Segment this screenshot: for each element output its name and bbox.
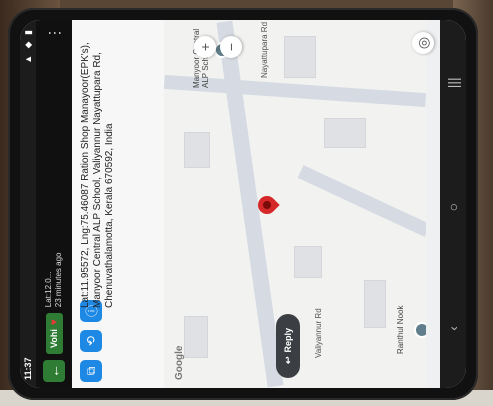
nav-back-button[interactable]: ‹ xyxy=(445,326,461,331)
status-bar: 11:37 ▲ ◆ ▮ xyxy=(20,20,36,388)
road-label-bottom: Valiyannur Rd xyxy=(314,308,323,358)
road-side xyxy=(297,165,426,237)
building xyxy=(184,132,210,168)
back-button[interactable]: ← xyxy=(43,360,65,382)
recenter-icon: ◎ xyxy=(414,36,431,50)
zoom-in-button[interactable]: + xyxy=(194,36,216,58)
copy-icon[interactable]: ⧉ xyxy=(80,360,102,382)
reply-icon: ↩ xyxy=(282,356,293,365)
building xyxy=(294,246,322,278)
google-logo: Google xyxy=(174,345,185,380)
reply-label: Reply xyxy=(283,327,293,353)
stamp-address-text: Lat:11.95572, Lng:75.46087 Ration Shop M… xyxy=(80,42,115,308)
reply-button[interactable]: ↩ Reply xyxy=(276,314,300,378)
app-badge[interactable]: Vohi ♥ xyxy=(45,313,63,354)
camera-line-2: 23 minutes ago xyxy=(54,252,63,308)
phone-frame: 11:37 ▲ ◆ ▮ ← Vohi ♥ Lat:12.0... 23 minu… xyxy=(8,8,478,400)
heart-icon: ♥ xyxy=(48,319,60,326)
building xyxy=(284,36,316,78)
rotated-canvas: 11:37 ▲ ◆ ▮ ← Vohi ♥ Lat:12.0... 23 minu… xyxy=(20,20,466,388)
building xyxy=(324,118,366,148)
menu-icon[interactable]: ⋮ xyxy=(46,26,63,40)
building xyxy=(364,280,386,328)
bottom-poi-pin[interactable] xyxy=(414,322,426,338)
android-nav-bar: ‹ ○ ||| xyxy=(440,20,466,388)
bottom-poi-label: Ranthul Nook xyxy=(396,305,405,354)
phone-screen: 11:37 ▲ ◆ ▮ ← Vohi ♥ Lat:12.0... 23 minu… xyxy=(20,20,466,388)
camera-info: Lat:12.0... 23 minutes ago xyxy=(44,253,64,308)
back-arrow-icon: ← xyxy=(46,364,62,378)
geo-stamp: ⧉ ⟲ ⓘ Lat:11.95572, Lng:75.46087 Ration … xyxy=(72,20,164,388)
status-time: 11:37 xyxy=(23,357,33,380)
nav-home-button[interactable]: ○ xyxy=(445,203,461,211)
share-icon[interactable]: ⟲ xyxy=(80,330,102,352)
zoom-out-button[interactable]: − xyxy=(220,36,242,58)
camera-line-1: Lat:12.0... xyxy=(44,271,53,308)
app-badge-label: Vohi xyxy=(49,329,59,348)
status-icons: ▲ ◆ ▮ xyxy=(22,28,33,64)
nav-recents-button[interactable]: ||| xyxy=(445,77,461,88)
building xyxy=(184,316,208,358)
road-label: Nayattupara Rd xyxy=(260,21,269,78)
recenter-button[interactable]: ◎ xyxy=(412,32,434,54)
camera-top-bar: ← Vohi ♥ Lat:12.0... 23 minutes ago ⋮ xyxy=(36,20,72,388)
